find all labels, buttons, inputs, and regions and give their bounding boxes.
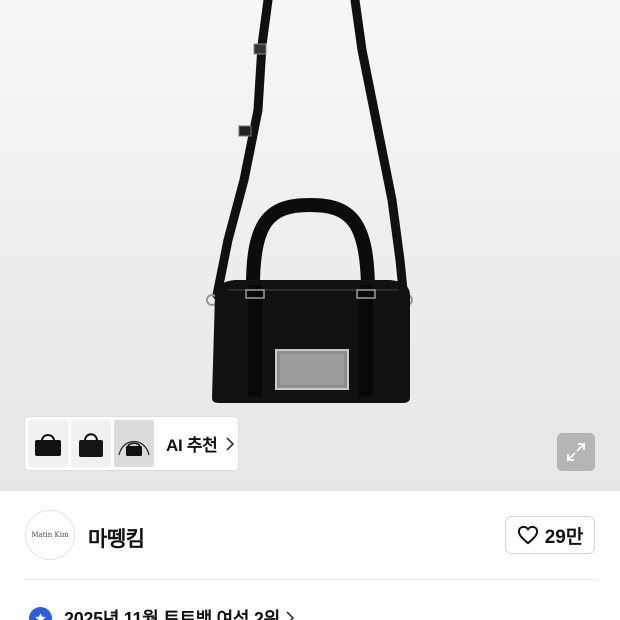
bag-thumbnail-icon (118, 440, 150, 456)
chevron-right-icon (225, 436, 234, 451)
expand-image-button[interactable] (557, 433, 595, 471)
bag-thumbnail-icon (35, 433, 61, 456)
ai-recommendation-strip[interactable]: AI 추천 (25, 417, 238, 470)
brand-name[interactable]: 마뗑킴 (88, 523, 145, 553)
divider (25, 579, 595, 580)
like-button[interactable]: 29만 (505, 516, 595, 554)
brand-logo[interactable]: Matin Kim (25, 510, 75, 560)
product-hero: AI 추천 (0, 0, 620, 491)
bag-thumbnail-icon (79, 432, 103, 457)
brand-row: Matin Kim 마뗑킴 29만 (25, 510, 595, 560)
ranking-text: 2025년 11월 토트백 여성 2위 (64, 609, 280, 620)
heart-icon (517, 525, 538, 545)
chevron-right-icon (286, 611, 294, 620)
like-count: 29만 (544, 526, 584, 548)
reco-thumbnail-3[interactable] (114, 420, 154, 467)
reco-thumbnail-1[interactable] (28, 420, 68, 467)
expand-icon (567, 443, 585, 461)
brand-logo-text: Matin Kim (31, 531, 69, 539)
reco-thumbnail-2[interactable] (71, 420, 111, 467)
ranking-link[interactable]: 2025년 11월 토트백 여성 2위 (29, 606, 294, 620)
ranking-star-icon (29, 606, 52, 620)
ai-recommendation-label: AI 추천 (166, 436, 218, 455)
